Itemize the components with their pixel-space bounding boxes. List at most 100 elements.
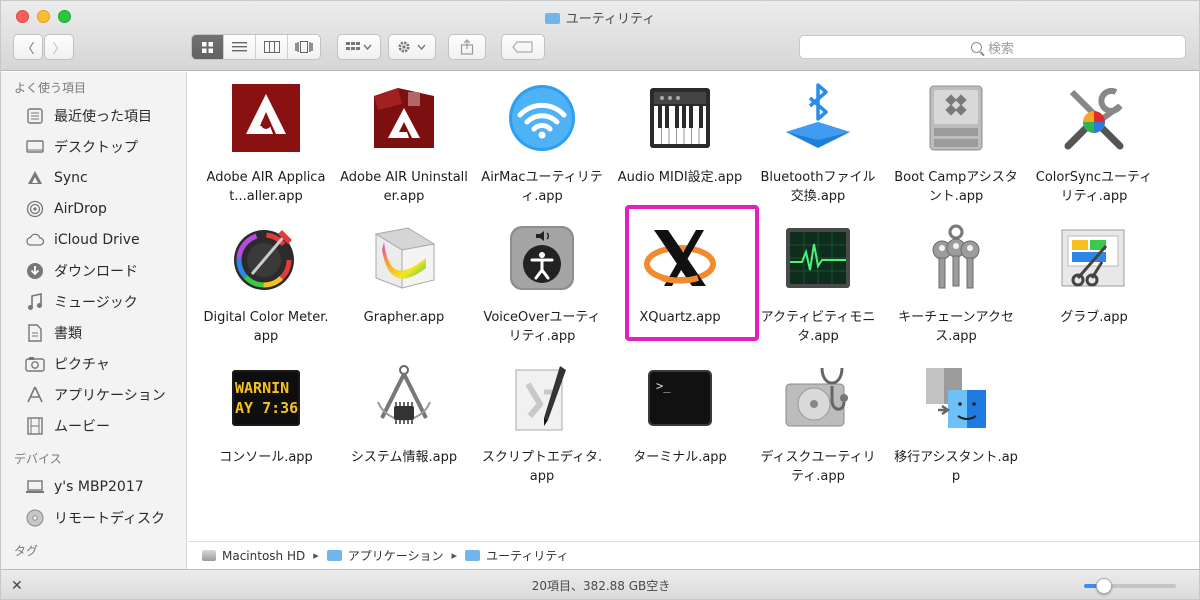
colorsync-icon [1058, 82, 1130, 154]
file-item[interactable]: スクリプトエディタ.app [473, 356, 611, 496]
desktop-icon [25, 137, 45, 157]
sidebar-item-movies[interactable]: ムービー [1, 410, 186, 441]
action-button[interactable] [388, 34, 436, 60]
file-label: ColorSyncユーティリティ.app [1035, 170, 1153, 204]
file-label: ディスクユーティリティ.app [760, 450, 876, 484]
sidebar-item-icloud[interactable]: iCloud Drive [1, 224, 186, 255]
share-button[interactable] [448, 34, 486, 60]
grapher-icon [368, 222, 440, 294]
file-item[interactable]: Digital Color Meter.app [197, 216, 335, 356]
applications-icon [25, 385, 45, 405]
file-item[interactable]: アクティビティモニタ.app [749, 216, 887, 356]
sidebar-item-label: ダウンロード [54, 263, 138, 280]
folder-icon [544, 13, 560, 24]
sidebar-toggle-icon[interactable]: ✕ [11, 578, 23, 594]
bootcamp-icon [920, 82, 992, 154]
sidebar-item-label: デスクトップ [54, 139, 138, 156]
sidebar-item-sync[interactable]: Sync [1, 162, 186, 193]
documents-icon [25, 323, 45, 343]
list-icon [232, 42, 247, 52]
folder-icon [326, 550, 342, 561]
favorites-header: よく使う項目 [14, 81, 87, 95]
sidebar-item-label: 書類 [54, 325, 82, 342]
file-item[interactable]: ディスクユーティリティ.app [749, 356, 887, 496]
file-item[interactable]: Boot Campアシスタント.app [887, 76, 1025, 216]
file-item[interactable]: キーチェーンアクセス.app [887, 216, 1025, 356]
sidebar-item-remote-disc[interactable]: リモートディスク [1, 502, 186, 533]
disc-icon [25, 508, 45, 528]
file-item[interactable]: AirMacユーティリティ.app [473, 76, 611, 216]
path-separator-icon: ▸ [313, 549, 319, 562]
file-item[interactable]: Bluetoothファイル交換.app [749, 76, 887, 216]
file-item[interactable]: WARNIN AY 7:36 コンソール.app [197, 356, 335, 496]
file-item[interactable]: グラブ.app [1025, 216, 1163, 356]
file-item[interactable]: システム情報.app [335, 356, 473, 496]
path-separator-icon: ▸ [451, 549, 458, 562]
file-item[interactable]: Adobe AIR Applicat...aller.app [197, 76, 335, 216]
search-placeholder: 検索 [987, 41, 1014, 57]
arrange-grid-icon [346, 42, 372, 51]
chevron-left-icon: 〈 [21, 41, 35, 57]
file-item[interactable]: Adobe AIR Uninstaller.app [335, 76, 473, 216]
file-item[interactable]: >_ ターミナル.app [611, 356, 749, 496]
system-info-icon [368, 362, 440, 434]
path-item-utilities[interactable]: ユーティリティ [465, 547, 569, 564]
downloads-icon [25, 261, 45, 281]
console-icon: WARNIN AY 7:36 [230, 362, 302, 434]
file-item[interactable]: Grapher.app [335, 216, 473, 356]
devices-header: デバイス [14, 452, 62, 466]
sidebar-item-pictures[interactable]: ピクチャ [1, 348, 186, 379]
search-field[interactable]: 検索 [799, 35, 1186, 59]
tags-button[interactable] [501, 34, 545, 60]
window-title: ユーティリティ [1, 8, 1199, 27]
script-editor-icon [506, 362, 578, 434]
list-view-button[interactable] [224, 35, 256, 59]
file-label: アクティビティモニタ.app [760, 310, 876, 344]
file-item[interactable]: 移行アシスタント.app [887, 356, 1025, 496]
file-label: システム情報.app [350, 450, 458, 465]
file-item[interactable]: ColorSyncユーティリティ.app [1025, 76, 1163, 216]
sync-icon [25, 168, 45, 188]
pictures-icon [25, 354, 45, 374]
path-item-applications[interactable]: アプリケーション [326, 547, 444, 564]
column-view-button[interactable] [256, 35, 288, 59]
sidebar-item-documents[interactable]: 書類 [1, 317, 186, 348]
sidebar-item-label: ミュージック [54, 294, 138, 311]
slider-knob[interactable] [1096, 578, 1113, 594]
chevron-right-icon: 〉 [52, 41, 66, 57]
status-bar: ✕ 20項目、382.88 GB空き [1, 569, 1199, 599]
file-label: コンソール.app [219, 450, 313, 465]
sidebar-item-downloads[interactable]: ダウンロード [1, 255, 186, 286]
icon-view-button[interactable] [192, 35, 224, 59]
file-item[interactable]: VoiceOverユーティリティ.app [473, 216, 611, 356]
laptop-icon [25, 477, 45, 497]
activity-monitor-icon [782, 222, 854, 294]
voiceover-icon [506, 222, 578, 294]
view-mode-segment [191, 34, 321, 60]
back-button[interactable]: 〈 [13, 34, 43, 60]
bluetooth-exchange-icon [782, 82, 854, 154]
forward-button[interactable]: 〉 [44, 34, 74, 60]
adobe-air-uninstaller-icon [368, 82, 440, 154]
icon-size-slider[interactable] [1084, 578, 1176, 594]
path-item-macintosh-hd[interactable]: Macintosh HD [202, 549, 305, 563]
file-label: XQuartz.app [639, 310, 721, 325]
sidebar-item-music[interactable]: ミュージック [1, 286, 186, 317]
grid-icon [202, 41, 213, 53]
tag-icon [512, 41, 533, 53]
file-label: Adobe AIR Uninstaller.app [340, 170, 468, 204]
file-item[interactable]: Audio MIDI設定.app [611, 76, 749, 216]
sidebar-item-applications[interactable]: アプリケーション [1, 379, 186, 410]
console-text-line1: WARNIN [235, 379, 289, 397]
sidebar-item-desktop[interactable]: デスクトップ [1, 131, 186, 162]
arrange-button[interactable] [337, 34, 381, 60]
file-item[interactable]: XQuartz.app [611, 216, 749, 356]
sidebar-item-recents[interactable]: 最近使った項目 [1, 100, 186, 131]
file-label: グラブ.app [1060, 310, 1128, 325]
sidebar-item-mbp[interactable]: y's MBP2017 [1, 471, 186, 502]
airdrop-icon [25, 199, 45, 219]
music-icon [25, 292, 45, 312]
coverflow-view-button[interactable] [288, 35, 320, 59]
file-label: VoiceOverユーティリティ.app [483, 310, 601, 344]
sidebar-item-airdrop[interactable]: AirDrop [1, 193, 186, 224]
